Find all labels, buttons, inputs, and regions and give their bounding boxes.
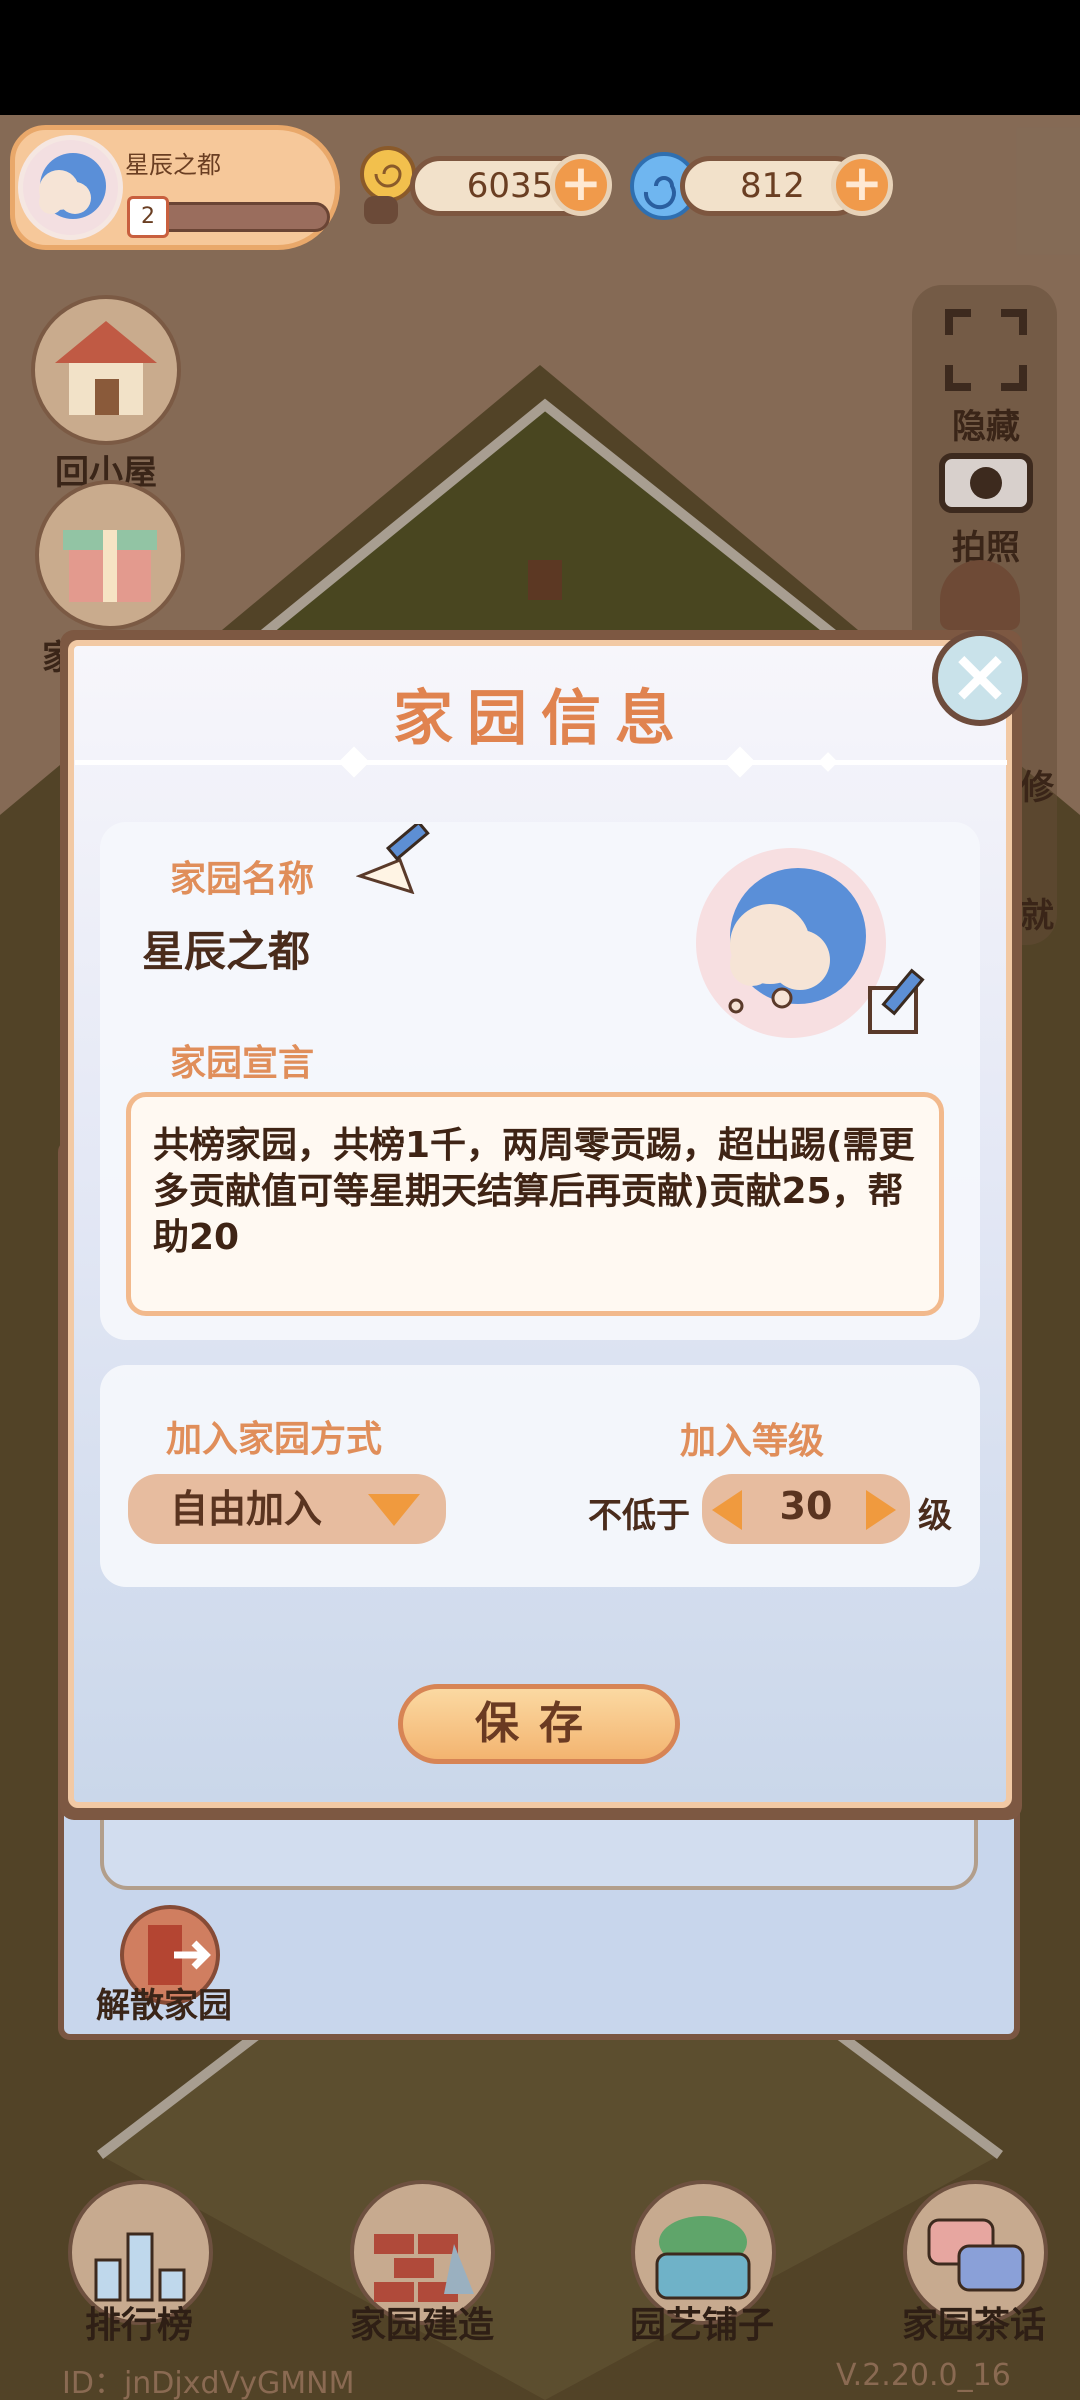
nav-home-build-label: 家园建造 xyxy=(350,2305,495,2346)
back-home-button[interactable]: 回小屋 xyxy=(26,295,186,494)
dissolve-home-label[interactable]: 解散家园 xyxy=(96,1978,232,2027)
add-coins-button[interactable]: + xyxy=(550,154,612,216)
nav-leaderboard-label: 排行榜 xyxy=(85,2305,194,2346)
manifesto-textarea[interactable]: 共榜家园，共榜1千，两周零贡踢，超出踢(需更多贡献值可等星期天结算后再贡献)贡献… xyxy=(126,1092,944,1316)
decorate-character-icon[interactable] xyxy=(940,560,1020,630)
home-name-value: 星辰之都 xyxy=(142,927,311,976)
home-name-field-label: 家园名称 xyxy=(170,859,315,900)
status-bar xyxy=(0,0,1080,115)
achievement-label: 就 xyxy=(1020,896,1054,936)
home-level-badge: 2 xyxy=(127,196,169,238)
join-level-label: 加入等级 xyxy=(680,1421,825,1462)
increase-level-button[interactable] xyxy=(866,1490,896,1530)
dialog-title: 家园信息 xyxy=(393,684,689,754)
player-id-text: ID：jnDjxdVyGMNM xyxy=(62,2366,355,2400)
add-gems-button[interactable]: + xyxy=(831,154,893,216)
decrease-level-button[interactable] xyxy=(712,1490,742,1530)
join-method-label: 加入家园方式 xyxy=(166,1419,383,1460)
frame-icon xyxy=(945,309,1027,391)
plus-icon: + xyxy=(841,154,883,212)
nav-home-chat-label: 家园茶话 xyxy=(902,2305,1047,2346)
gift-box-icon xyxy=(35,480,185,630)
edit-emblem-icon[interactable] xyxy=(866,966,936,1040)
home-avatar[interactable] xyxy=(18,135,123,240)
level-prefix-text: 不低于 xyxy=(588,1496,690,1536)
photo-button[interactable]: 拍照 xyxy=(926,440,1046,569)
close-icon: × xyxy=(948,633,1011,719)
join-level-value: 30 xyxy=(779,1484,833,1528)
dropdown-arrow-icon[interactable] xyxy=(368,1494,420,1526)
hide-ui-button[interactable]: 隐藏 xyxy=(926,305,1046,448)
edit-name-pencil-icon[interactable] xyxy=(355,820,436,898)
plus-icon: + xyxy=(560,154,602,212)
house-icon xyxy=(31,295,181,445)
title-divider xyxy=(75,760,1007,765)
home-name-label: 星辰之都 xyxy=(125,151,221,179)
home-emblem-avatar[interactable] xyxy=(696,848,886,1038)
close-dialog-button[interactable]: × xyxy=(932,630,1028,726)
decorate-label: 修 xyxy=(1020,768,1054,808)
camera-icon xyxy=(939,453,1033,513)
save-button[interactable]: 保存 xyxy=(398,1684,680,1764)
version-text: V.2.20.0_16 xyxy=(836,2358,1011,2393)
manifesto-field-label: 家园宣言 xyxy=(170,1043,315,1084)
nav-garden-shop-label: 园艺铺子 xyxy=(630,2305,775,2346)
level-suffix-text: 级 xyxy=(918,1496,952,1536)
